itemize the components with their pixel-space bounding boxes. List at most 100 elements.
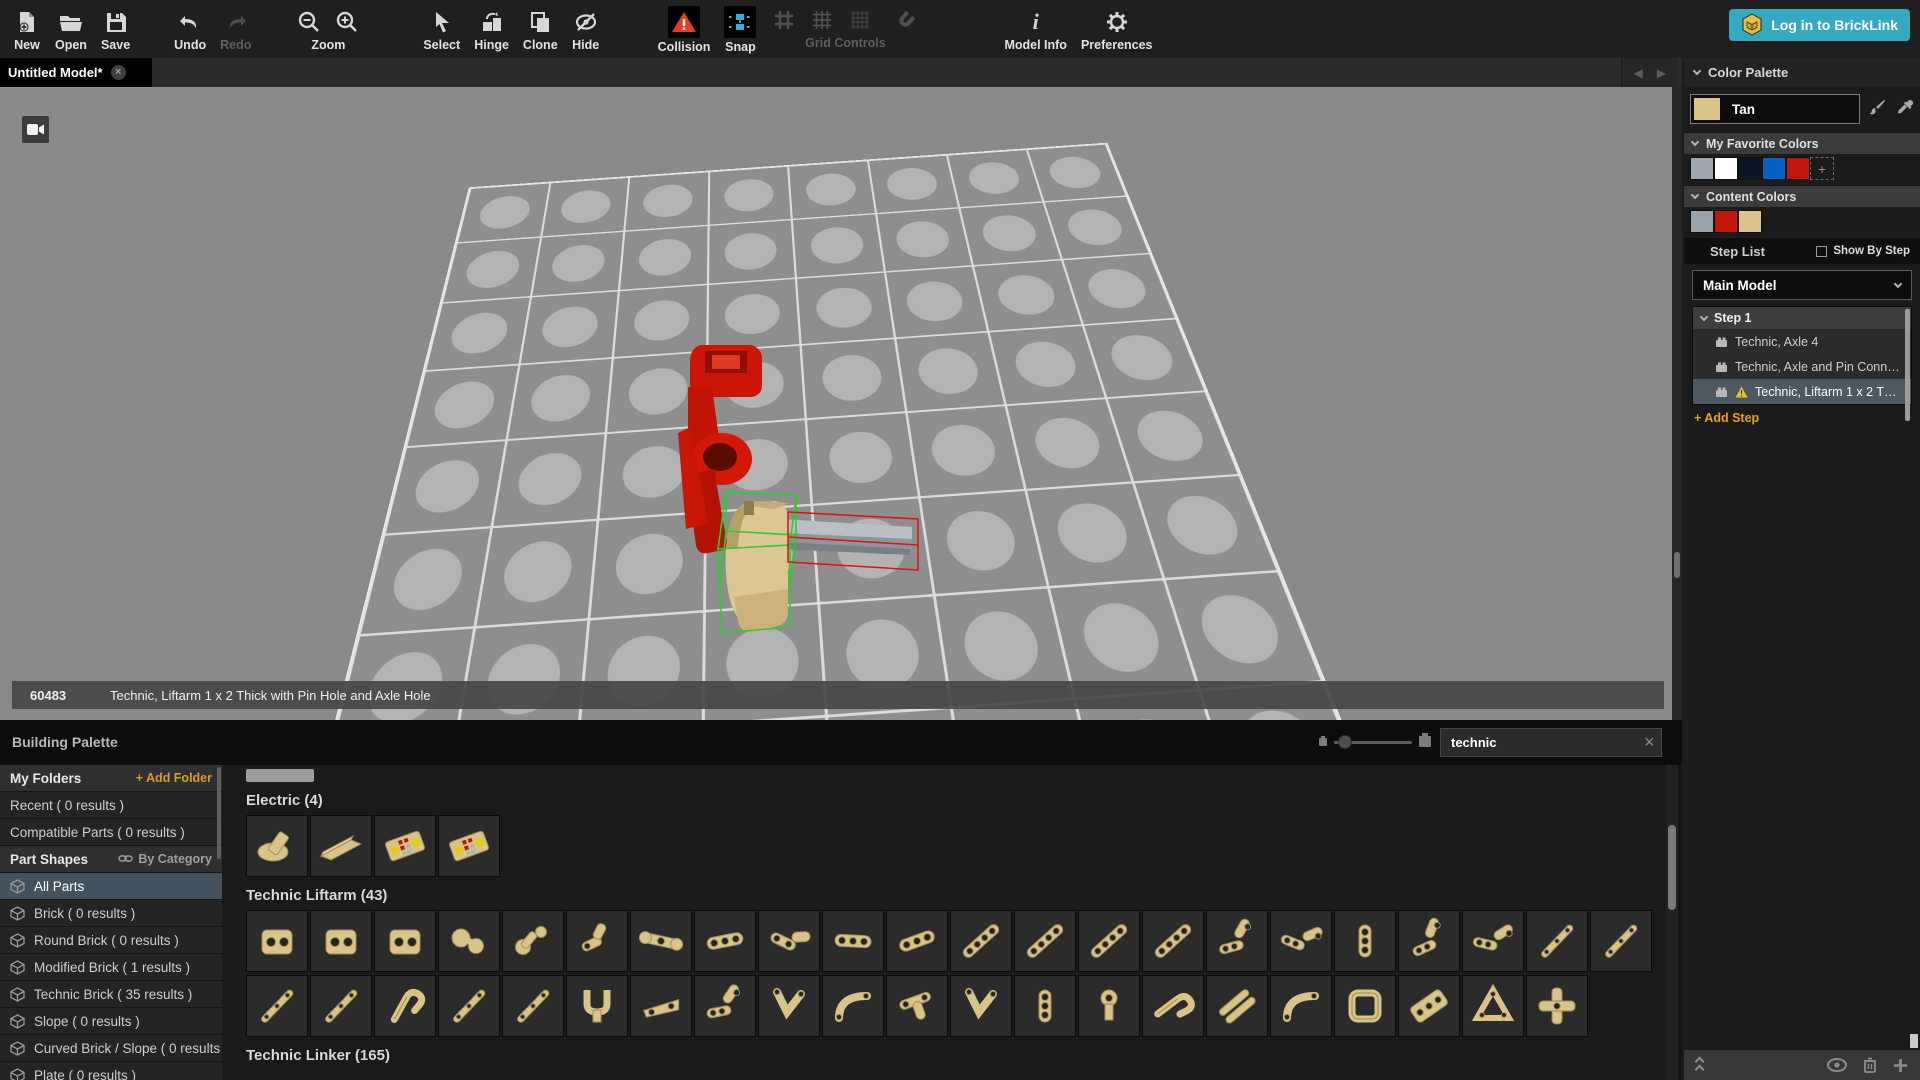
part-thumbnail-sled[interactable] [310, 815, 372, 877]
part-thumbnail-thin[interactable] [246, 975, 308, 1037]
color-swatch[interactable] [1690, 210, 1714, 233]
eye-icon[interactable] [1827, 1058, 1847, 1072]
zoom-in-icon[interactable] [333, 8, 361, 36]
new-button[interactable]: New [6, 4, 48, 54]
step-tree-scrollbar[interactable] [1905, 309, 1910, 421]
collapse-panel-icon[interactable] [1694, 1056, 1705, 1074]
hide-button[interactable]: Hide [565, 4, 607, 54]
part-thumbnail-holes[interactable] [1014, 975, 1076, 1037]
slider-track[interactable] [1334, 735, 1412, 749]
color-swatch[interactable] [1714, 157, 1738, 180]
part-thumbnail-diag[interactable] [1078, 910, 1140, 972]
current-color-selector[interactable]: Tan [1690, 94, 1860, 124]
content-colors-section-header[interactable]: Content Colors [1684, 185, 1920, 207]
part-thumbnail-arch[interactable] [822, 975, 884, 1037]
part-thumbnail-bent[interactable] [1398, 910, 1460, 972]
part-thumbnail-holes[interactable] [1334, 910, 1396, 972]
part-thumbnail-beam[interactable] [822, 910, 884, 972]
login-bricklink-button[interactable]: Log in to BrickLink [1729, 9, 1910, 41]
show-by-step-checkbox[interactable] [1816, 245, 1828, 257]
redo-button[interactable]: Redo [213, 4, 258, 54]
color-swatch[interactable] [1690, 157, 1714, 180]
part-thumbnail-thin[interactable] [1590, 910, 1652, 972]
by-category-toggle[interactable]: By Category [118, 852, 212, 866]
part-thumbnail-arch[interactable] [1270, 975, 1332, 1037]
part-thumbnail-ladder[interactable] [1398, 975, 1460, 1037]
undo-button[interactable]: Undo [167, 4, 213, 54]
model-selector-dropdown[interactable]: Main Model [1692, 270, 1912, 300]
part-thumbnail-beam[interactable] [886, 910, 948, 972]
camera-view-button[interactable] [22, 116, 49, 143]
color-swatch[interactable] [1714, 210, 1738, 233]
tab-close-icon[interactable]: × [110, 65, 126, 80]
category-item[interactable]: All Parts [0, 873, 222, 900]
sidebar-scroll-thumb[interactable] [1910, 1034, 1918, 1048]
paint-brush-icon[interactable] [1868, 98, 1886, 121]
part-thumbnail-vee[interactable] [758, 975, 820, 1037]
selected-tan-liftarm[interactable] [725, 501, 790, 633]
select-button[interactable]: Select [416, 4, 467, 54]
color-swatch[interactable] [1786, 157, 1810, 180]
model-info-button[interactable]: i Model Info [997, 4, 1074, 54]
3d-viewport[interactable]: 60483 Technic, Liftarm 1 x 2 Thick with … [0, 87, 1672, 720]
part-thumbnail-vee[interactable] [950, 975, 1012, 1037]
add-folder-button[interactable]: + Add Folder [136, 771, 212, 785]
search-clear-icon[interactable]: × [1636, 732, 1663, 753]
part-thumbnail-board[interactable] [438, 815, 500, 877]
tab-scroll-right-icon[interactable]: ▶ [1657, 66, 1666, 80]
part-thumbnail-hook[interactable] [374, 975, 436, 1037]
part-search-input[interactable] [1441, 735, 1636, 750]
add-icon[interactable] [1893, 1058, 1908, 1073]
color-swatch[interactable] [1738, 210, 1762, 233]
tab-untitled-model[interactable]: Untitled Model* × [0, 58, 152, 87]
thumbnail-size-slider[interactable] [1318, 732, 1432, 753]
step-part-item[interactable]: Technic, Liftarm 1 x 2 Thick w... [1693, 379, 1911, 404]
part-thumbnail-thin[interactable] [1526, 910, 1588, 972]
parts-panel-scrollbar[interactable] [1666, 765, 1678, 1080]
zoom-out-icon[interactable] [295, 8, 323, 36]
part-thumbnail-diag[interactable] [1014, 910, 1076, 972]
part-thumbnail-diag[interactable] [1142, 910, 1204, 972]
folder-recent[interactable]: Recent ( 0 results ) [0, 792, 222, 819]
part-thumbnail-diag[interactable] [950, 910, 1012, 972]
category-item[interactable]: Plate ( 0 results ) [0, 1062, 222, 1080]
part-thumbnail-bent[interactable] [694, 975, 756, 1037]
part-thumbnail-block[interactable] [246, 910, 308, 972]
color-swatch[interactable] [1762, 157, 1786, 180]
category-item[interactable]: Slope ( 0 results ) [0, 1008, 222, 1035]
category-item[interactable]: Modified Brick ( 1 results ) [0, 954, 222, 981]
trash-icon[interactable] [1863, 1057, 1877, 1073]
tab-scroll-left-icon[interactable]: ◀ [1634, 66, 1643, 80]
part-thumbnail-anchor[interactable] [1078, 975, 1140, 1037]
favorites-section-header[interactable]: My Favorite Colors [1684, 132, 1920, 154]
part-thumbnail-thin[interactable] [502, 975, 564, 1037]
snap-button[interactable]: Snap [717, 2, 763, 56]
color-swatch[interactable] [1738, 157, 1762, 180]
folder-panel-scrollbar[interactable] [217, 767, 221, 859]
part-thumbnail-beam[interactable] [694, 910, 756, 972]
add-color-button[interactable]: + [1810, 157, 1834, 180]
part-thumbnail-tri[interactable] [1462, 975, 1524, 1037]
part-thumbnail-bent[interactable] [1462, 910, 1524, 972]
part-thumbnail-hook[interactable] [1142, 975, 1204, 1037]
part-thumbnail-twin[interactable] [1206, 975, 1268, 1037]
hinge-button[interactable]: Hinge [467, 4, 516, 54]
part-thumbnail-ballbent[interactable] [502, 910, 564, 972]
part-thumbnail-tee[interactable] [886, 975, 948, 1037]
part-thumbnail-angle[interactable] [758, 910, 820, 972]
part-thumbnail-cross[interactable] [1526, 975, 1588, 1037]
part-thumbnail-block[interactable] [310, 910, 372, 972]
part-thumbnail-bent[interactable] [1206, 910, 1268, 972]
part-thumbnail-balls[interactable] [438, 910, 500, 972]
part-thumbnail-wedge[interactable] [630, 975, 692, 1037]
open-button[interactable]: Open [48, 4, 94, 54]
part-thumbnail-board[interactable] [374, 815, 436, 877]
category-item[interactable]: Technic Brick ( 35 results ) [0, 981, 222, 1008]
partially-scrolled-thumbnail[interactable] [246, 769, 314, 782]
viewport-scrollbar[interactable] [1672, 87, 1682, 720]
part-thumbnail-thin[interactable] [438, 975, 500, 1037]
clone-button[interactable]: Clone [516, 4, 565, 54]
category-item[interactable]: Brick ( 0 results ) [0, 900, 222, 927]
slider-knob[interactable] [1338, 735, 1352, 749]
part-thumbnail-peg[interactable] [246, 815, 308, 877]
